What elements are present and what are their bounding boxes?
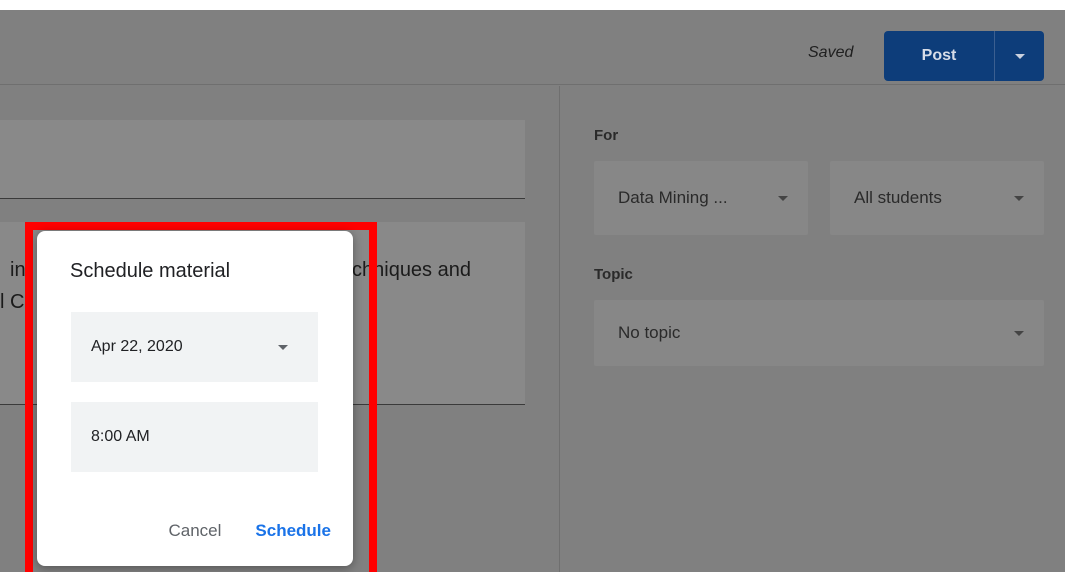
caret-down-icon	[1014, 53, 1025, 59]
saved-status: Saved	[808, 44, 854, 61]
class-select-value: Data Mining ...	[618, 188, 728, 207]
cancel-button[interactable]: Cancel	[168, 521, 221, 541]
panel-divider	[559, 86, 560, 572]
chevron-down-icon	[1014, 330, 1024, 336]
post-options-button[interactable]	[994, 31, 1044, 81]
topic-select-value: No topic	[618, 323, 681, 342]
title-field[interactable]	[0, 120, 525, 199]
topic-select[interactable]: No topic	[594, 300, 1044, 366]
chevron-down-icon	[778, 195, 788, 201]
topic-label: Topic	[594, 266, 633, 283]
time-value: 8:00 AM	[91, 428, 150, 445]
students-select[interactable]: All students	[830, 161, 1044, 235]
time-picker[interactable]: 8:00 AM	[71, 402, 318, 472]
top-strip	[0, 0, 1065, 10]
chevron-down-icon	[1014, 195, 1024, 201]
schedule-button[interactable]: Schedule	[255, 521, 331, 541]
date-value: Apr 22, 2020	[91, 338, 183, 355]
chevron-down-icon	[278, 344, 288, 350]
header-bar: Saved Post	[0, 10, 1065, 85]
post-button-group: Post	[884, 31, 1044, 81]
students-select-value: All students	[854, 188, 942, 207]
for-label: For	[594, 127, 619, 144]
class-select[interactable]: Data Mining ...	[594, 161, 808, 235]
post-button[interactable]: Post	[884, 31, 994, 81]
dialog-actions: Cancel Schedule	[168, 521, 331, 541]
dialog-title: Schedule material	[70, 260, 231, 282]
date-picker[interactable]: Apr 22, 2020	[71, 312, 318, 382]
schedule-dialog: Schedule material Apr 22, 2020 8:00 AM C…	[37, 231, 353, 566]
description-text-fragment: in	[10, 259, 26, 281]
description-text-fragment: l C	[0, 291, 25, 313]
